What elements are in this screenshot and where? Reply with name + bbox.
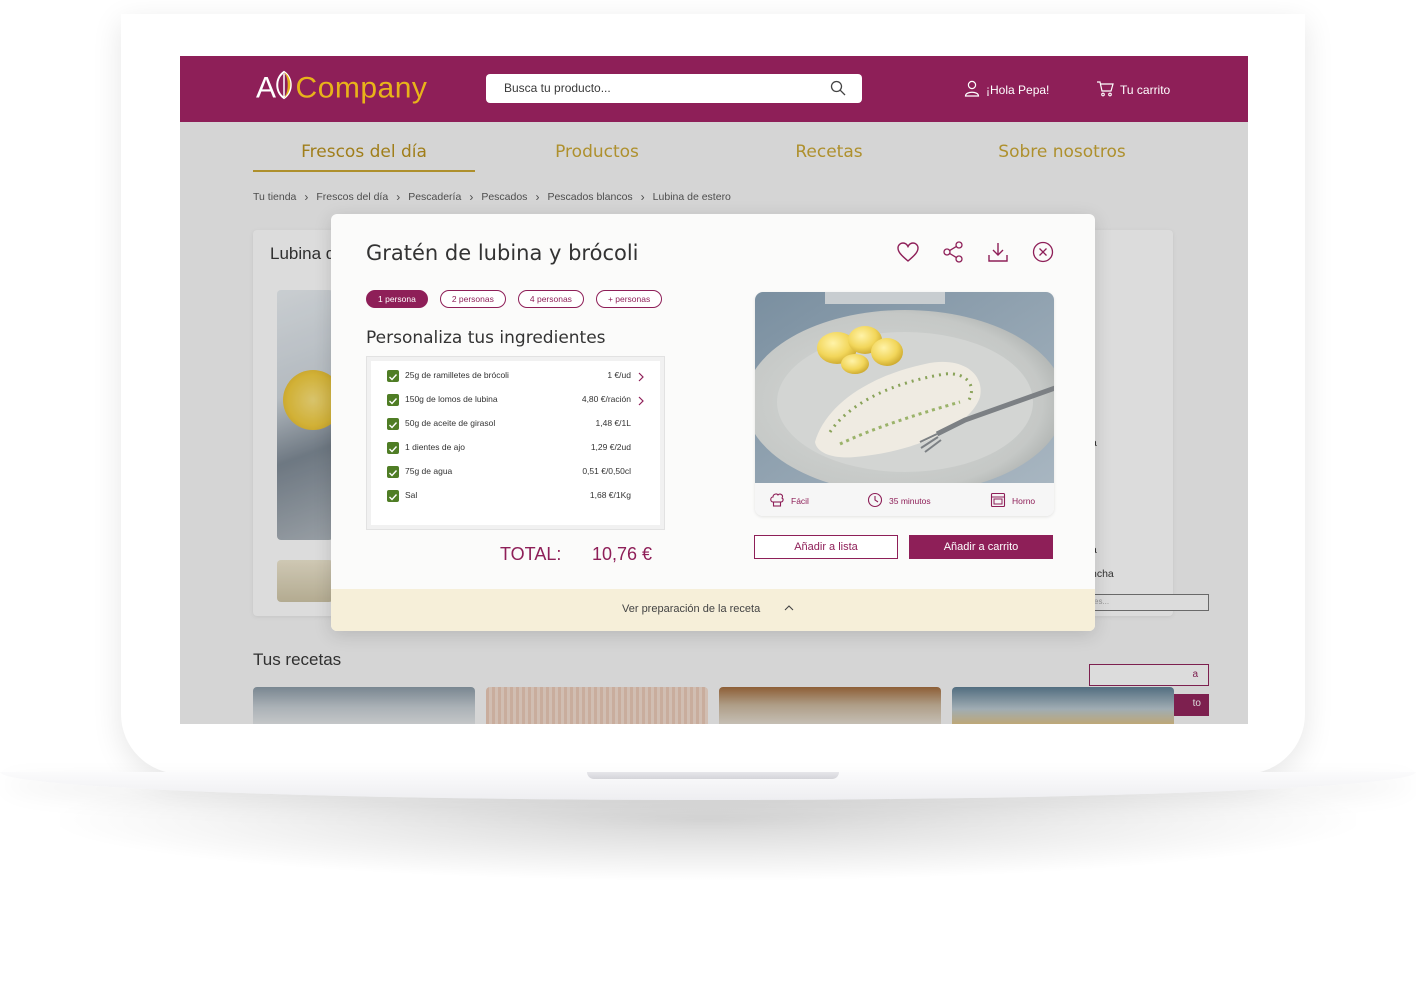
ingredient-row[interactable]: 25g de ramilletes de brócoli 1 €/ud bbox=[387, 369, 657, 385]
oven-icon bbox=[990, 492, 1006, 510]
modal-actions bbox=[895, 239, 1055, 264]
portion-pill-2[interactable]: 2 personas bbox=[439, 290, 506, 308]
ingredient-checkbox[interactable] bbox=[387, 418, 399, 430]
add-to-cart-button[interactable]: Añadir a carrito bbox=[909, 535, 1053, 559]
user-icon bbox=[964, 80, 980, 100]
view-preparation-toggle[interactable]: Ver preparación de la receta bbox=[622, 603, 794, 615]
search-input[interactable]: Busca tu producto... bbox=[504, 81, 611, 95]
difficulty-meta: Fácil bbox=[769, 492, 809, 510]
ingredient-row[interactable]: 75g de agua 0,51 €/0,50cl bbox=[387, 465, 657, 481]
ingredients-title: Personaliza tus ingredientes bbox=[366, 328, 606, 348]
share-icon[interactable] bbox=[940, 239, 965, 264]
modal-footer: Ver preparación de la receta bbox=[331, 589, 1095, 631]
ingredient-row[interactable]: 50g de aceite de girasol 1,48 €/1L bbox=[387, 417, 657, 433]
ingredient-price: 1,29 €/2ud bbox=[590, 442, 631, 452]
ingredient-price: 1,68 €/1Kg bbox=[589, 490, 631, 500]
ingredient-name: 75g de agua bbox=[405, 466, 453, 476]
ingredient-checkbox[interactable] bbox=[387, 466, 399, 478]
ingredient-checkbox[interactable] bbox=[387, 490, 399, 502]
ingredient-name: Sal bbox=[405, 490, 418, 500]
total-value: 10,76 € bbox=[592, 544, 653, 564]
laptop-notch bbox=[587, 772, 839, 779]
recipe-photo: Fácil 35 minutos Horno bbox=[755, 292, 1054, 516]
user-menu[interactable]: ¡Hola Pepa! bbox=[964, 80, 1049, 100]
ingredient-checkbox[interactable] bbox=[387, 370, 399, 382]
user-greeting: ¡Hola Pepa! bbox=[986, 83, 1050, 97]
add-to-list-button[interactable]: Añadir a lista bbox=[754, 535, 898, 559]
view-preparation-label: Ver preparación de la receta bbox=[622, 603, 761, 615]
portion-pill-1[interactable]: 1 persona bbox=[366, 290, 428, 308]
cart-icon bbox=[1096, 80, 1114, 100]
method-meta: Horno bbox=[990, 492, 1035, 510]
portion-selector: 1 persona 2 personas 4 personas + person… bbox=[366, 290, 663, 308]
time-label: 35 minutos bbox=[889, 496, 931, 506]
logo[interactable]: A Company bbox=[256, 70, 427, 106]
chevron-right-icon[interactable] bbox=[637, 394, 645, 412]
ingredient-row[interactable]: 150g de lomos de lubina 4,80 €/ración bbox=[387, 393, 657, 409]
cart-button[interactable]: Tu carrito bbox=[1096, 80, 1170, 100]
close-icon[interactable] bbox=[1030, 239, 1055, 264]
search-bar[interactable]: Busca tu producto... bbox=[486, 74, 862, 103]
chevron-right-icon[interactable] bbox=[637, 370, 645, 388]
download-icon[interactable] bbox=[985, 239, 1010, 264]
ingredient-name: 150g de lomos de lubina bbox=[405, 394, 498, 404]
chevron-up-icon bbox=[784, 603, 794, 615]
ingredient-price: 0,51 €/0,50cl bbox=[582, 466, 631, 476]
method-label: Horno bbox=[1012, 496, 1036, 506]
recipe-meta-bar: Fácil 35 minutos Horno bbox=[755, 483, 1054, 516]
portion-pill-4[interactable]: 4 personas bbox=[517, 290, 584, 308]
cart-label: Tu carrito bbox=[1120, 83, 1171, 97]
ingredient-price: 1 €/ud bbox=[607, 370, 631, 380]
ingredient-price: 1,48 €/1L bbox=[595, 418, 631, 428]
ingredient-row[interactable]: Sal 1,68 €/1Kg bbox=[387, 489, 657, 505]
ingredients-list: 25g de ramilletes de brócoli 1 €/ud 150g… bbox=[366, 356, 665, 530]
search-icon[interactable] bbox=[830, 80, 846, 101]
ingredient-row[interactable]: 1 dientes de ajo 1,29 €/2ud bbox=[387, 441, 657, 457]
ingredient-name: 50g de aceite de girasol bbox=[405, 418, 496, 428]
chef-hat-icon bbox=[769, 492, 785, 510]
total-label: TOTAL: bbox=[500, 544, 562, 564]
recipe-image bbox=[755, 292, 1054, 494]
ingredient-name: 25g de ramilletes de brócoli bbox=[405, 370, 509, 380]
clock-icon bbox=[867, 492, 883, 510]
ingredient-checkbox[interactable] bbox=[387, 442, 399, 454]
logo-leaf-icon bbox=[273, 70, 295, 109]
ingredient-name: 1 dientes de ajo bbox=[405, 442, 466, 452]
modal-title: Gratén de lubina y brócoli bbox=[366, 241, 639, 265]
ingredient-price: 4,80 €/ración bbox=[581, 394, 631, 404]
recipe-modal: Gratén de lubina y brócoli 1 persona 2 p… bbox=[331, 214, 1095, 631]
top-bar: A Company Busca tu producto... ¡Hola Pepa… bbox=[180, 56, 1248, 122]
ingredient-checkbox[interactable] bbox=[387, 394, 399, 406]
heart-icon[interactable] bbox=[895, 239, 920, 264]
difficulty-label: Fácil bbox=[791, 496, 809, 506]
time-meta: 35 minutos bbox=[867, 492, 931, 510]
portion-pill-more[interactable]: + personas bbox=[595, 290, 663, 308]
